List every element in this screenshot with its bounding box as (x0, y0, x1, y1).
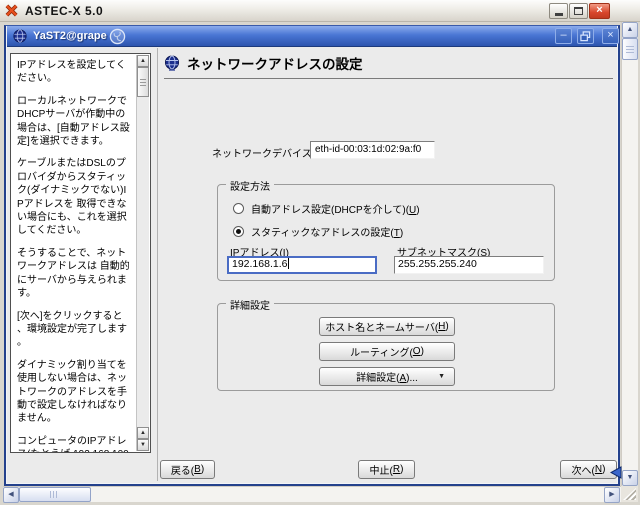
page-heading: ネットワークアドレスの設定 (164, 53, 363, 73)
radio-static-label[interactable]: スタティックなアドレスの設定(T) (251, 224, 403, 239)
next-button[interactable]: 次へ(N) (560, 460, 617, 479)
scroll-up-button[interactable]: ▲ (622, 22, 638, 38)
advanced-menu-button[interactable]: 詳細設定(A)... ▼ (319, 367, 455, 386)
close-icon: × (596, 4, 603, 16)
arrow-up-icon: ▲ (626, 26, 634, 33)
arrow-up-icon: ▲ (140, 58, 146, 64)
text-caret (288, 258, 290, 269)
scroll-right-button[interactable]: ▶ (604, 487, 620, 503)
scroll-up-button[interactable]: ▲ (137, 427, 149, 439)
arrow-down-icon: ▼ (140, 442, 146, 448)
radio-dhcp[interactable]: 自動アドレス設定(DHCPを介して)(U) (233, 201, 420, 216)
help-scrollbar[interactable]: ▲ ▲ ▼ (136, 55, 149, 451)
help-paragraph: そうすることで、ネットワークアドレスは 自動的にサーバから与えられます。 (17, 247, 130, 300)
yast-minimize-button[interactable]: – (555, 28, 572, 44)
radio-static[interactable]: スタティックなアドレスの設定(T) (233, 224, 403, 239)
outer-vertical-scrollbar[interactable]: ▲ ▼ (621, 22, 638, 486)
abort-button[interactable]: 中止(R) (358, 460, 415, 479)
outer-close-button[interactable]: × (589, 3, 610, 19)
hostname-nameserver-button[interactable]: ホスト名とネームサーバ(H) (319, 317, 455, 336)
arrow-down-icon: ▼ (626, 474, 634, 481)
outer-maximize-button[interactable] (569, 3, 588, 19)
vertical-scroll-thumb[interactable] (622, 38, 638, 60)
resize-grip[interactable] (621, 486, 638, 502)
heading-separator (164, 78, 613, 79)
advanced-menu-label: 詳細設定(A)... (356, 373, 418, 384)
scroll-up-button[interactable]: ▲ (137, 55, 149, 67)
horizontal-scroll-thumb[interactable] (19, 487, 91, 502)
scroll-down-button[interactable]: ▼ (137, 439, 149, 451)
page-title: ネットワークアドレスの設定 (187, 57, 363, 72)
advanced-groupbox: 詳細設定 ホスト名とネームサーバ(H) ルーティング(O) 詳細設定(A)...… (217, 297, 555, 391)
yast2-window: YaST2@grape – × IPアドレスを設定してください。 ローカルネット… (4, 25, 620, 486)
panel-divider (157, 48, 158, 481)
arrow-up-icon: ▲ (140, 430, 146, 436)
ip-address-value: 192.168.1.6 (232, 258, 288, 270)
minimize-icon: – (560, 29, 567, 41)
help-paragraph: ダイナミック割り当てを使用しない場合は、ネットワークのアドレスを手動で設定しなけ… (17, 359, 127, 425)
device-value-box: eth-id-00:03:1d:02:9a:f0 (310, 141, 435, 159)
busy-swirl-cursor-icon (109, 28, 125, 44)
device-label: ネットワークデバイス (212, 149, 312, 160)
help-paragraph: ローカルネットワークでDHCPサーバが作動中の場合は、[自動アドレス設定]を選択… (17, 95, 130, 148)
scroll-down-button[interactable]: ▼ (622, 470, 638, 486)
help-paragraph: IPアドレスを設定してください。 (17, 60, 126, 85)
outer-window-title: ASTEC-X 5.0 (25, 3, 104, 18)
radio-button-icon[interactable] (233, 226, 244, 237)
help-scroll-thumb[interactable] (137, 67, 149, 97)
maximize-icon (574, 7, 583, 15)
astec-x-logo-icon (5, 4, 18, 17)
arrow-left-icon: ◀ (8, 491, 14, 498)
arrow-right-icon: ▶ (609, 491, 615, 498)
ip-address-input[interactable]: 192.168.1.6 (227, 256, 377, 274)
help-panel: IPアドレスを設定してください。 ローカルネットワークでDHCPサーバが作動中の… (10, 53, 151, 453)
outer-horizontal-scrollbar[interactable]: ◀ ▶ (3, 486, 621, 503)
scroll-left-button[interactable]: ◀ (3, 487, 19, 503)
method-groupbox: 設定方法 自動アドレス設定(DHCPを介して)(U) スタティックなアドレスの設… (217, 178, 555, 281)
minimize-icon (554, 13, 563, 16)
yast-globe-icon (165, 55, 179, 71)
yast-window-title: YaST2@grape (33, 30, 107, 42)
yast-globe-icon (13, 29, 27, 43)
restore-icon (580, 31, 591, 42)
subnet-mask-input[interactable]: 255.255.255.240 (394, 256, 544, 274)
yast-titlebar[interactable]: YaST2@grape (7, 26, 617, 47)
help-paragraph: [次へ]をクリックすると、環境設定が完了します。 (17, 310, 127, 349)
back-button[interactable]: 戻る(B) (160, 460, 215, 479)
help-paragraph: ケーブルまたはDSLのプロバイダからスタティック(ダイナミックでない)IPアドレ… (17, 158, 127, 237)
yast-close-button[interactable]: × (602, 28, 619, 44)
outer-titlebar[interactable]: ASTEC-X 5.0 (0, 0, 640, 22)
outer-minimize-button[interactable] (549, 3, 568, 19)
radio-dhcp-label[interactable]: 自動アドレス設定(DHCPを介して)(U) (251, 201, 420, 216)
help-paragraph: コンピュータのIPアドレス(たとえば 192.168.100.99)、ネットワー… (17, 435, 132, 452)
groupbox-title: 詳細設定 (226, 297, 274, 312)
mouse-cursor (610, 466, 622, 479)
groupbox-title: 設定方法 (226, 178, 274, 193)
close-icon: × (607, 29, 614, 41)
yast-restore-button[interactable] (577, 28, 594, 44)
routing-button[interactable]: ルーティング(O) (319, 342, 455, 361)
radio-button-icon[interactable] (233, 203, 244, 214)
dropdown-arrow-icon: ▼ (438, 373, 445, 380)
